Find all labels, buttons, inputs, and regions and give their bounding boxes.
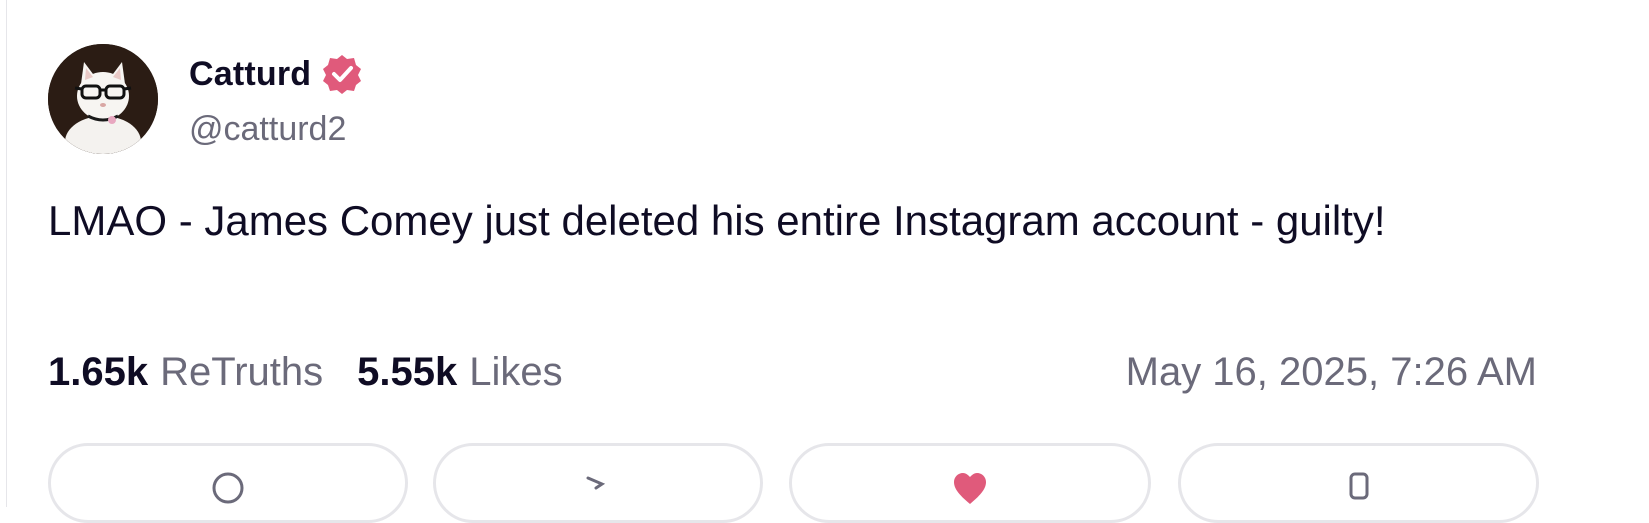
author-display-name[interactable]: Catturd	[189, 55, 311, 94]
retruths-stat[interactable]: 1.65k ReTruths	[48, 350, 323, 395]
reply-button[interactable]	[48, 443, 408, 523]
likes-stat[interactable]: 5.55k Likes	[357, 350, 563, 395]
heart-icon	[954, 473, 986, 504]
verified-badge-icon	[321, 53, 363, 95]
retruths-count: 1.65k	[48, 350, 149, 394]
author-name-row[interactable]: Catturd	[189, 52, 363, 96]
author-handle[interactable]: @catturd2	[189, 110, 346, 149]
reply-icon	[212, 472, 244, 504]
retruth-button[interactable]	[433, 443, 763, 523]
like-button[interactable]	[789, 443, 1151, 523]
post-actions	[48, 443, 1539, 523]
avatar[interactable]	[48, 44, 158, 154]
share-button[interactable]	[1178, 443, 1539, 523]
truth-post: Catturd @catturd2 LMAO - James Comey jus…	[0, 0, 1649, 523]
share-icon	[1349, 472, 1368, 500]
post-text: LMAO - James Comey just deleted his enti…	[48, 197, 1386, 244]
post-timestamp: May 16, 2025, 7:26 AM	[1125, 350, 1537, 394]
post-stats: 1.65k ReTruths 5.55k Likes	[48, 350, 563, 395]
likes-label: Likes	[469, 350, 563, 394]
likes-count: 5.55k	[357, 350, 458, 394]
retruth-icon	[586, 476, 606, 490]
retruths-label: ReTruths	[160, 350, 324, 394]
cat-avatar-icon	[48, 44, 158, 154]
